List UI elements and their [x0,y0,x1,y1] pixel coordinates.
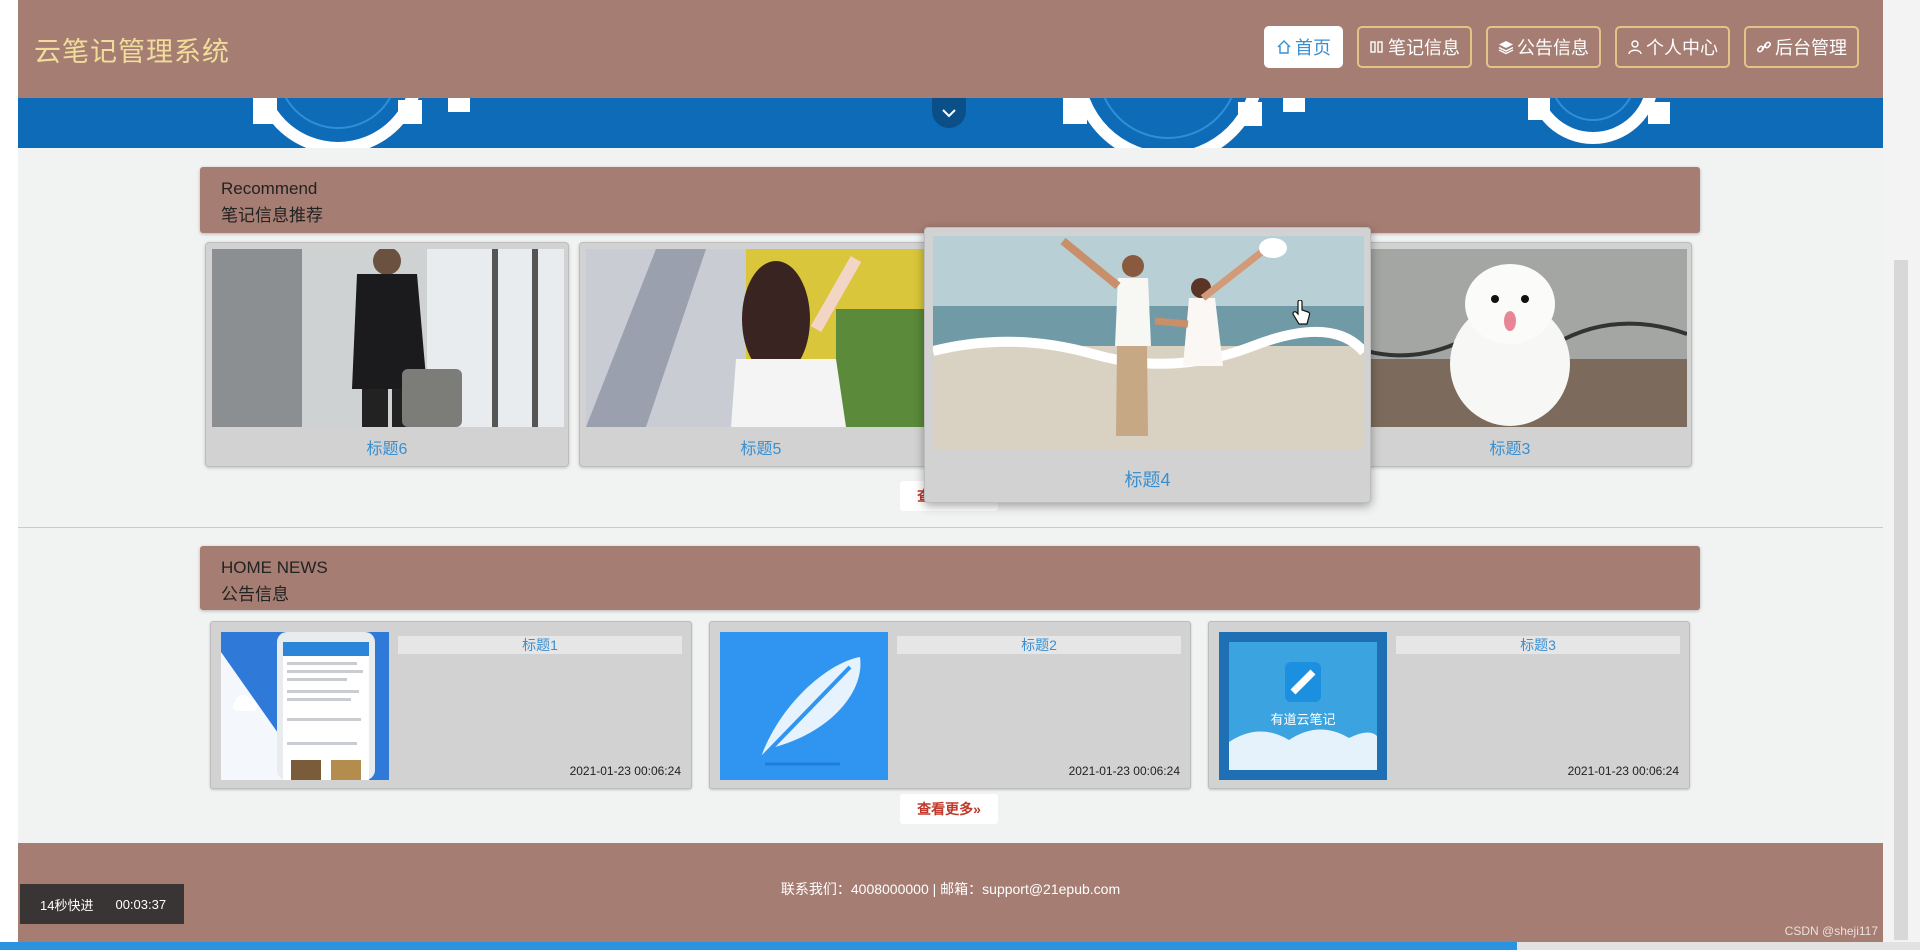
news-date: 2021-01-23 00:06:24 [569,764,681,778]
page-edge [0,0,18,950]
recommend-card-title[interactable]: 标题5 [580,435,942,459]
recommend-card-title[interactable]: 标题3 [1329,435,1691,459]
chevron-down-icon [942,109,956,118]
nav-home-label: 首页 [1295,38,1331,58]
news-date: 2021-01-23 00:06:24 [1567,764,1679,778]
recommend-card[interactable]: 标题3 [1328,242,1692,467]
video-player-overlay[interactable]: 14秒快进 00:03:37 [20,884,184,924]
hand-cursor-icon [1292,300,1311,325]
app-title: 云笔记管理系统 [34,37,230,67]
recommend-card[interactable]: 标题5 [579,242,943,467]
section-divider [18,527,1883,528]
recommend-header: Recommend 笔记信息推荐 [200,167,1700,233]
link-icon [1756,41,1772,53]
news-thumb-feather[interactable] [720,632,888,780]
news-thumb-phone[interactable] [221,632,389,780]
recommend-heading-cn: 笔记信息推荐 [221,206,323,225]
playback-time: 00:03:37 [115,896,167,912]
card-image-girl-flowers[interactable] [586,249,938,427]
card-image-white-dog[interactable] [1335,249,1687,427]
news-card[interactable]: 标题2 2021-01-23 00:06:24 [709,621,1191,789]
card-image-beach-couple[interactable] [933,236,1364,450]
card-image-businessman[interactable] [212,249,564,427]
news-title[interactable]: 标题3 [1396,636,1680,654]
scrollbar-thumb[interactable] [1894,260,1908,940]
scrollbar[interactable] [1883,0,1920,950]
recommend-card[interactable]: 标题6 [205,242,569,467]
youdao-logo-text: 有道云笔记 [1270,712,1335,728]
news-heading-en: HOME NEWS [221,558,328,577]
layers-icon [1498,41,1514,55]
nav-admin-label: 后台管理 [1775,38,1847,58]
watermark: CSDN @sheji117 [1784,924,1878,938]
recommend-heading-en: Recommend [221,179,318,198]
columns-icon [1370,41,1383,53]
top-nav: 首页 笔记信息 公告信息 个人中心 后台管理 [1264,26,1859,68]
nav-notices[interactable]: 公告信息 [1486,26,1601,68]
video-progress-fill [0,942,1517,950]
nav-profile-label: 个人中心 [1646,38,1718,58]
header: 云笔记管理系统 首页 笔记信息 公告信息 个人中心 后台管理 [18,0,1883,98]
recommend-card-title[interactable]: 标题4 [925,466,1370,492]
news-thumb-youdao[interactable]: 有道云笔记 [1219,632,1387,780]
news-title[interactable]: 标题2 [897,636,1181,654]
video-progress-bar[interactable] [0,942,1920,950]
news-header: HOME NEWS 公告信息 [200,546,1700,610]
news-date: 2021-01-23 00:06:24 [1068,764,1180,778]
news-card[interactable]: 有道云笔记 标题3 2021-01-23 00:06:24 [1208,621,1690,789]
footer-contact: 联系我们：4008000000 | 邮箱：support@21epub.com [780,881,1121,897]
nav-admin[interactable]: 后台管理 [1744,26,1859,68]
footer: 联系我们：4008000000 | 邮箱：support@21epub.com [18,843,1883,946]
news-heading-cn: 公告信息 [221,585,289,604]
nav-home[interactable]: 首页 [1264,26,1343,68]
nav-notices-label: 公告信息 [1517,38,1589,58]
news-card[interactable]: 标题1 2021-01-23 00:06:24 [210,621,692,789]
hero-banner [18,98,1883,148]
user-icon [1628,40,1642,55]
recommend-card-title[interactable]: 标题6 [206,435,568,459]
fast-forward-label[interactable]: 14秒快进 [40,895,93,914]
recommend-card-featured[interactable]: 标题4 [924,227,1371,503]
nav-notes[interactable]: 笔记信息 [1357,26,1472,68]
nav-notes-label: 笔记信息 [1388,38,1460,58]
nav-profile[interactable]: 个人中心 [1615,26,1730,68]
home-icon [1277,40,1291,54]
news-title[interactable]: 标题1 [398,636,682,654]
news-more-button[interactable]: 查看更多» [900,794,998,824]
